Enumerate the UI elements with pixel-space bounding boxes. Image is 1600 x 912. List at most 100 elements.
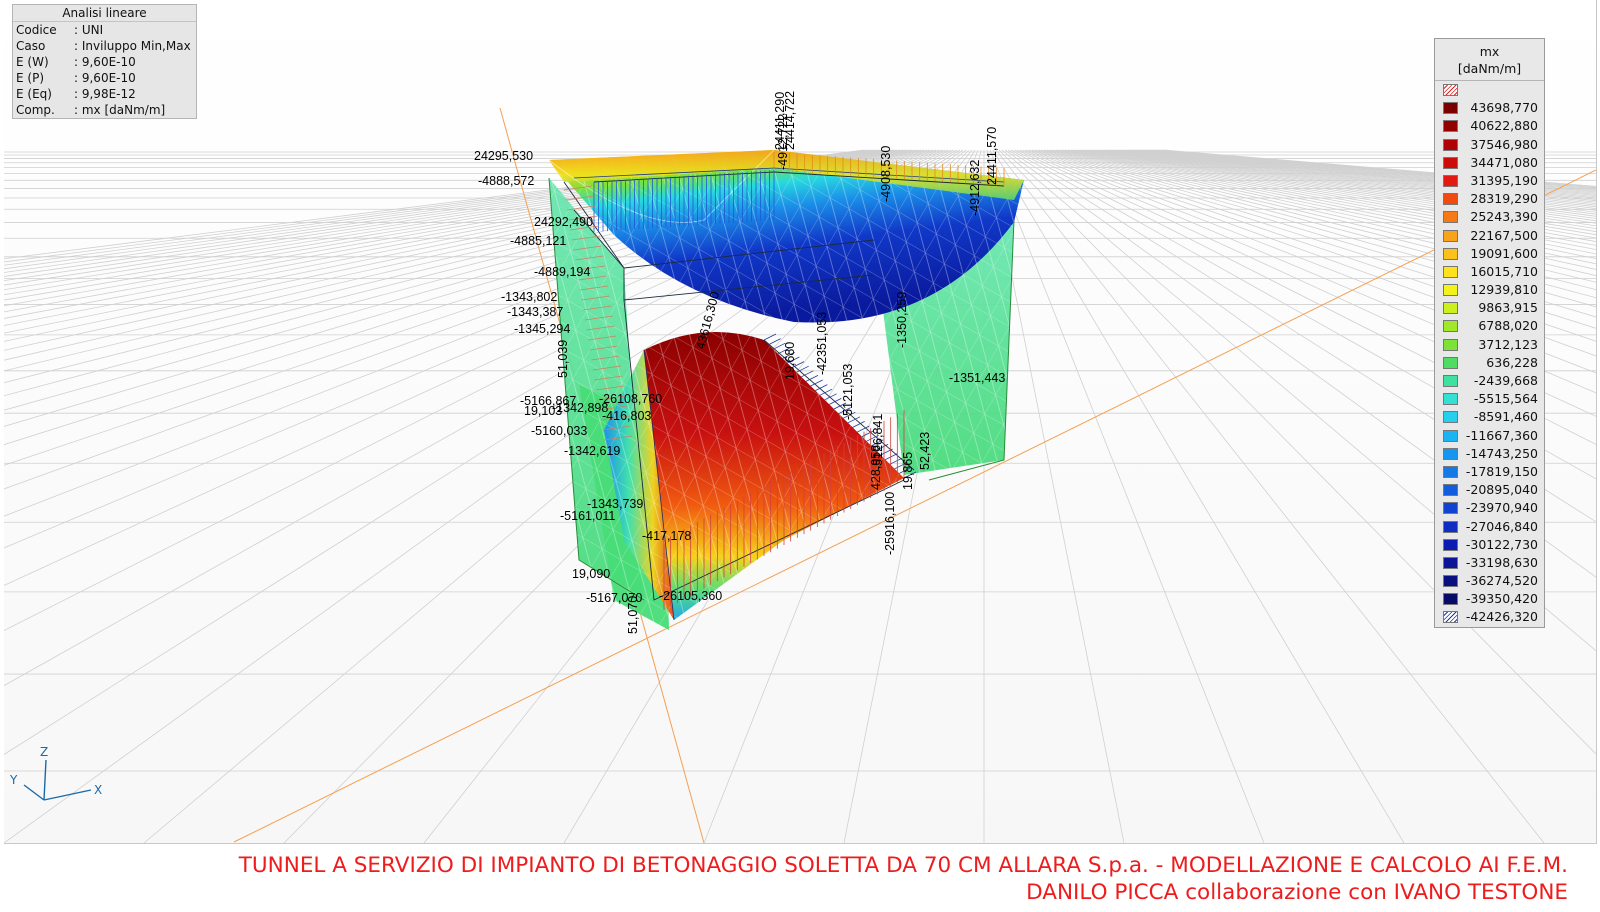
legend-value: -39350,420 [1465, 591, 1538, 607]
legend-value: 3712,123 [1478, 336, 1538, 352]
plot-label: 19,090 [572, 567, 610, 581]
legend-top-hatch-row [1435, 81, 1544, 99]
plot-label: -5121,053 [841, 364, 855, 420]
legend-value: 28319,290 [1470, 191, 1538, 207]
legend-value: 19091,600 [1470, 245, 1538, 261]
legend-value: 40622,880 [1470, 118, 1538, 134]
plot-label: 51,039 [556, 340, 570, 378]
info-value: : Inviluppo Min,Max [74, 39, 191, 53]
plot-label: -42351,053 [815, 312, 829, 375]
legend-swatch [1443, 502, 1458, 515]
plot-label: 24292,490 [534, 215, 593, 229]
legend-row: 43698,770 [1435, 99, 1544, 117]
legend-value: -17819,150 [1465, 463, 1538, 479]
info-key: E (P) [16, 71, 44, 85]
legend-row: 3712,123 [1435, 336, 1544, 354]
legend-value: 636,228 [1486, 354, 1538, 370]
plot-label: -4912,722 [776, 114, 790, 170]
legend-row: -2439,668 [1435, 372, 1544, 390]
legend-row: -20895,040 [1435, 481, 1544, 499]
legend-row: 37546,980 [1435, 136, 1544, 154]
plot-label: -1350,259 [895, 292, 909, 348]
legend-value: -30122,730 [1465, 536, 1538, 552]
legend-swatch [1443, 211, 1458, 224]
legend-value: -8591,460 [1473, 409, 1538, 425]
info-value: : 9,98E-12 [74, 87, 136, 101]
legend-row: 12939,810 [1435, 281, 1544, 299]
plot-label: -1343,387 [507, 305, 563, 319]
legend-row: -30122,730 [1435, 536, 1544, 554]
legend-swatch-hatch-max [1443, 84, 1458, 96]
legend-row: -17819,150 [1435, 463, 1544, 481]
plot-label: -5160,033 [531, 424, 587, 438]
plot-label: -416,803 [602, 409, 651, 423]
legend-swatch [1443, 138, 1458, 151]
legend-unit: [daNm/m] [1457, 61, 1522, 76]
fem-viewport[interactable]: 24295,530 -4888,572 24292,490 -4885,121 … [4, 0, 1597, 844]
info-value: : 9,60E-10 [74, 71, 136, 85]
plot-label: 24411,570 [985, 127, 999, 185]
legend-swatch [1443, 447, 1458, 460]
legend-row: -23970,940 [1435, 499, 1544, 517]
legend-value: -2439,668 [1473, 373, 1538, 388]
legend-header: mx [daNm/m] [1435, 39, 1544, 81]
legend-value: -11667,360 [1465, 427, 1538, 443]
info-key: Caso [16, 39, 46, 53]
legend-swatch [1443, 575, 1458, 588]
legend-value: -36274,520 [1465, 573, 1538, 589]
info-key: Codice [16, 23, 57, 37]
legend-value: 9863,915 [1478, 300, 1538, 316]
info-value: : 9,60E-10 [74, 55, 136, 69]
legend-value: 16015,710 [1470, 263, 1538, 279]
plot-label: -4885,121 [510, 234, 566, 248]
legend-swatch [1443, 520, 1458, 533]
legend-row: 6788,020 [1435, 317, 1544, 335]
plot-label: -1342,619 [564, 444, 620, 458]
fem-3d-scene[interactable]: 24295,530 -4888,572 24292,490 -4885,121 … [4, 0, 1596, 843]
legend-row: -33198,630 [1435, 554, 1544, 572]
legend-bottom-hatch-row: -42426,320 [1435, 608, 1544, 626]
plot-label: -26108,760 [599, 392, 662, 406]
color-scale-legend: mx [daNm/m] 43698,770 40622,880 37546,980 3… [1434, 38, 1545, 628]
legend-value: -20895,040 [1465, 482, 1538, 498]
legend-swatch [1443, 593, 1458, 606]
legend-swatch [1443, 338, 1458, 351]
plot-label: -4888,572 [478, 174, 534, 188]
plot-label: -26105,360 [659, 589, 722, 603]
plot-label: -1343,802 [501, 290, 557, 304]
plot-label: 19,680 [783, 342, 797, 380]
legend-row: -8591,460 [1435, 408, 1544, 426]
legend-swatch [1443, 302, 1458, 315]
info-row: Comp.: mx [daNm/m] [13, 102, 196, 118]
info-title: Analisi lineare [13, 5, 196, 22]
info-value: : UNI [74, 23, 104, 37]
info-row: E (P) : 9,60E-10 [13, 70, 196, 86]
plot-label: -25916,100 [883, 492, 897, 555]
info-key: E (W) [16, 55, 49, 69]
info-row: E (W) : 9,60E-10 [13, 54, 196, 70]
info-row: Caso : Inviluppo Min,Max [13, 38, 196, 54]
legend-swatch [1443, 284, 1458, 297]
plot-label: 24295,530 [474, 149, 533, 163]
legend-row: -27046,840 [1435, 518, 1544, 536]
legend-swatch [1443, 484, 1458, 497]
legend-row: -14743,250 [1435, 445, 1544, 463]
axis-x-label: X [94, 783, 102, 797]
info-key: E (Eq) [16, 87, 52, 101]
legend-swatch [1443, 265, 1458, 278]
legend-swatch [1443, 538, 1458, 551]
legend-value: 25243,390 [1470, 209, 1538, 225]
axis-y-label: Y [9, 773, 18, 787]
legend-swatch [1443, 556, 1458, 569]
legend-swatch [1443, 193, 1458, 206]
legend-value: -14743,250 [1465, 445, 1538, 461]
legend-value: 37546,980 [1470, 136, 1538, 152]
legend-swatch [1443, 375, 1458, 387]
plot-label: -417,178 [642, 529, 691, 543]
legend-row: 22167,500 [1435, 227, 1544, 245]
legend-row: 34471,080 [1435, 154, 1544, 172]
plot-label: -4889,194 [534, 265, 590, 279]
legend-row: 25243,390 [1435, 208, 1544, 226]
legend-row: -36274,520 [1435, 572, 1544, 590]
legend-swatch [1443, 247, 1458, 260]
